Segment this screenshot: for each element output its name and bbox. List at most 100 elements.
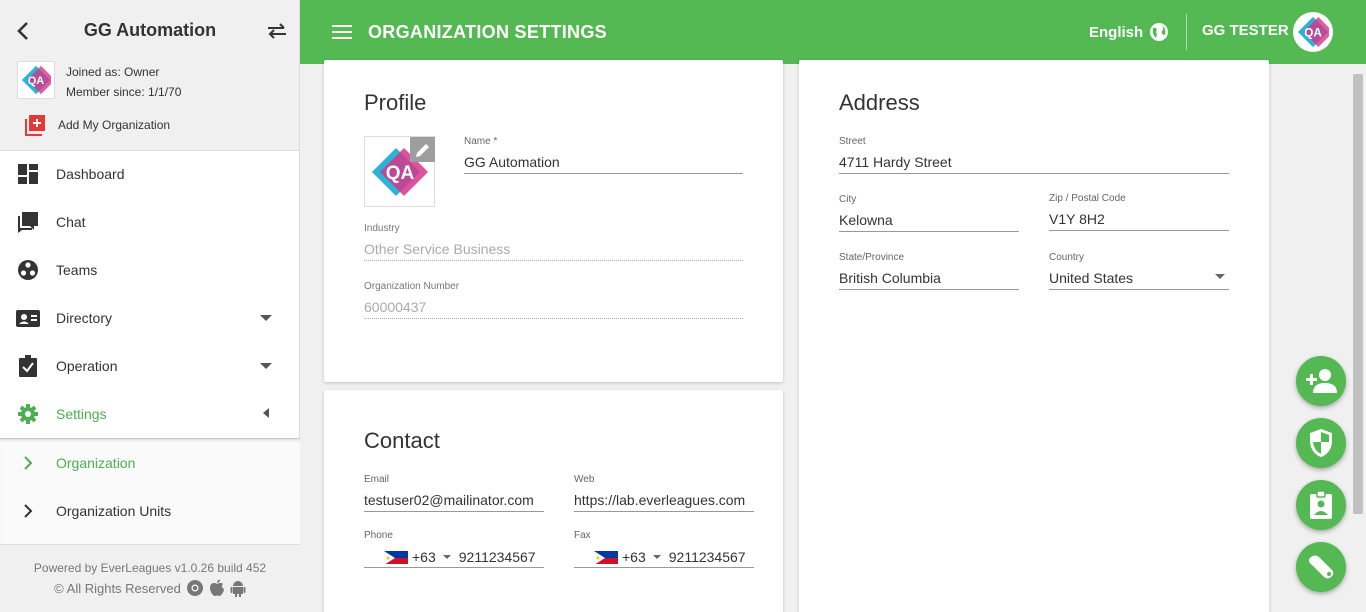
nav-operation[interactable]: Operation — [0, 342, 300, 390]
badge-icon — [1310, 490, 1332, 519]
apple-icon[interactable] — [209, 579, 225, 597]
wrench-icon — [1308, 555, 1334, 579]
fax-number: 9211234567 — [668, 548, 746, 565]
gear-icon — [18, 404, 38, 424]
shield-icon — [1310, 429, 1332, 457]
top-app-bar: ORGANIZATION SETTINGS English GG TESTER … — [300, 0, 1366, 64]
switch-org-icon[interactable] — [266, 20, 288, 42]
country-code-caret-icon[interactable] — [652, 554, 661, 559]
state-field[interactable]: State/Province British Columbia — [839, 252, 1019, 290]
svg-text:QA: QA — [28, 75, 45, 87]
fax-country-code: +63 — [622, 548, 646, 565]
name-label: Name * — [464, 136, 498, 147]
org-logo-upload[interactable]: QA — [364, 136, 435, 207]
philippines-flag-icon[interactable] — [384, 550, 408, 564]
state-label: State/Province — [839, 252, 905, 263]
page-title: ORGANIZATION SETTINGS — [368, 22, 607, 42]
add-member-fab[interactable] — [1296, 356, 1346, 406]
nav-label: Chat — [56, 214, 86, 230]
nav-chat[interactable]: Chat — [0, 198, 300, 246]
copyright: © All Rights Reserved — [54, 580, 181, 596]
org-number-value: 60000437 — [364, 295, 743, 319]
nav-label: Settings — [56, 406, 107, 422]
powered-by: Powered by EverLeagues v1.0.26 build 452 — [33, 561, 267, 575]
nav-label: Dashboard — [56, 166, 125, 182]
industry-field: Industry Other Service Business — [364, 223, 743, 261]
copyright-row: © All Rights Reserved — [0, 579, 300, 597]
street-label: Street — [839, 136, 866, 147]
svg-text:QA: QA — [386, 163, 415, 184]
scrollbar[interactable] — [1350, 64, 1366, 612]
fax-field[interactable]: Fax +63 9211234567 — [574, 530, 754, 568]
city-input[interactable]: Kelowna — [839, 208, 1019, 232]
zip-input[interactable]: V1Y 8H2 — [1049, 207, 1229, 231]
nav-teams[interactable]: Teams — [0, 246, 300, 294]
industry-value: Other Service Business — [364, 237, 743, 261]
country-select[interactable]: Country United States — [1049, 252, 1229, 290]
android-icon[interactable] — [230, 579, 246, 597]
subnav-label: Organization Units — [56, 503, 172, 519]
contact-card: Contact Email testuser02@mailinator.com … — [324, 390, 783, 612]
web-input[interactable]: https://lab.everleagues.com — [574, 488, 754, 512]
email-input[interactable]: testuser02@mailinator.com — [364, 488, 544, 512]
chevron-down-icon[interactable] — [1215, 274, 1225, 279]
chrome-icon[interactable] — [186, 579, 204, 597]
zip-label: Zip / Postal Code — [1049, 193, 1126, 204]
nav-dashboard[interactable]: Dashboard — [0, 150, 300, 198]
main-content: Profile QA Name * GG Automation Industry… — [300, 60, 1350, 612]
nav-label: Teams — [56, 262, 98, 278]
web-field[interactable]: Web https://lab.everleagues.com — [574, 474, 754, 512]
street-field[interactable]: Street 4711 Hardy Street — [839, 136, 1229, 174]
sidebar-header: GG Automation QA Joined as: Owner Member… — [0, 0, 299, 151]
fax-input[interactable]: +63 9211234567 — [574, 544, 754, 568]
country-value[interactable]: United States — [1049, 266, 1229, 290]
zip-field[interactable]: Zip / Postal Code V1Y 8H2 — [1049, 193, 1229, 231]
subnav-organization[interactable]: Organization — [0, 439, 300, 487]
nav-settings[interactable]: Settings — [0, 390, 300, 438]
city-field[interactable]: City Kelowna — [839, 194, 1019, 232]
subnav-label: Organization — [56, 455, 136, 471]
email-label: Email — [364, 474, 390, 485]
name-input[interactable]: GG Automation — [464, 150, 743, 174]
security-fab[interactable] — [1296, 418, 1346, 468]
subnav-organization-units[interactable]: Organization Units — [0, 487, 300, 535]
menu-icon[interactable] — [332, 24, 352, 40]
email-field[interactable]: Email testuser02@mailinator.com — [364, 474, 544, 512]
member-since: Member since: 1/1/70 — [66, 85, 182, 99]
street-input[interactable]: 4711 Hardy Street — [839, 150, 1229, 174]
philippines-flag-icon[interactable] — [594, 550, 618, 564]
phone-field[interactable]: Phone +63 9211234567 — [364, 530, 544, 568]
add-organization-button[interactable]: Add My Organization — [24, 114, 170, 136]
globe-icon — [1150, 23, 1169, 41]
pencil-icon — [415, 143, 429, 157]
web-label: Web — [574, 474, 595, 485]
nav-label: Operation — [56, 358, 118, 374]
add-user-icon — [1306, 369, 1337, 393]
teams-icon — [18, 260, 38, 280]
expand-caret-icon — [260, 363, 272, 369]
tools-fab[interactable] — [1296, 542, 1346, 592]
collapse-caret-icon — [263, 408, 269, 418]
nav-label: Directory — [56, 310, 113, 326]
scrollbar-thumb[interactable] — [1353, 74, 1363, 514]
country-code-caret-icon[interactable] — [442, 554, 451, 559]
edit-logo-button[interactable] — [410, 137, 435, 162]
avatar[interactable]: QA — [1293, 12, 1333, 52]
city-label: City — [839, 194, 857, 205]
language-selector[interactable]: English — [1089, 22, 1169, 42]
badge-fab[interactable] — [1296, 480, 1346, 530]
name-field[interactable]: Name * GG Automation — [464, 136, 743, 174]
nav-directory[interactable]: Directory — [0, 294, 300, 342]
phone-input[interactable]: +63 9211234567 — [364, 544, 544, 568]
phone-label: Phone — [364, 530, 393, 541]
chevron-right-icon — [24, 504, 33, 518]
user-name[interactable]: GG TESTER — [1202, 22, 1289, 39]
country-label: Country — [1049, 252, 1085, 263]
sidebar-footer: Powered by EverLeagues v1.0.26 build 452… — [0, 544, 300, 612]
address-card: Address Street 4711 Hardy Street City Ke… — [799, 60, 1269, 612]
industry-label: Industry — [364, 223, 400, 234]
state-input[interactable]: British Columbia — [839, 266, 1019, 290]
address-title: Address — [839, 90, 920, 115]
expand-caret-icon — [260, 315, 272, 321]
topbar-divider — [1186, 14, 1187, 50]
